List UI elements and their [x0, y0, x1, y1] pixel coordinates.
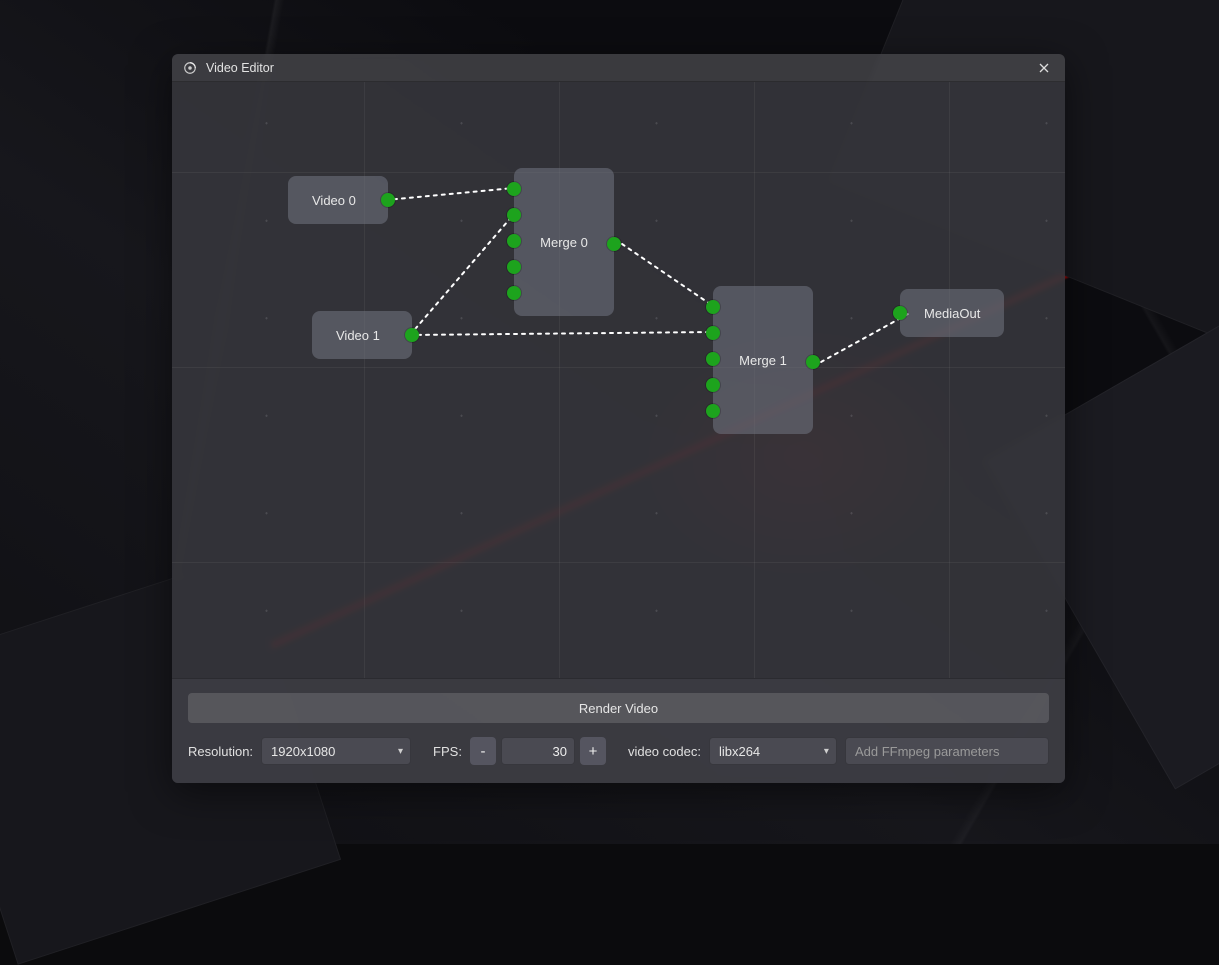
port-in[interactable] — [893, 306, 907, 320]
port-in-2[interactable] — [706, 352, 720, 366]
resolution-value: 1920x1080 — [271, 744, 335, 759]
node-merge-0[interactable]: Merge 0 — [514, 168, 614, 316]
port-in-3[interactable] — [507, 260, 521, 274]
fps-plus-button[interactable]: + — [580, 737, 606, 765]
node-label: Video 1 — [336, 328, 380, 343]
render-video-button[interactable]: Render Video — [188, 693, 1049, 723]
port-in-0[interactable] — [507, 182, 521, 196]
codec-select[interactable]: libx264 — [709, 737, 837, 765]
port-in-0[interactable] — [706, 300, 720, 314]
titlebar[interactable]: Video Editor — [172, 54, 1065, 82]
port-in-1[interactable] — [706, 326, 720, 340]
codec-value: libx264 — [719, 744, 760, 759]
resolution-select[interactable]: 1920x1080 — [261, 737, 411, 765]
fps-minus-button[interactable]: - — [470, 737, 496, 765]
footer-panel: Render Video Resolution: 1920x1080 FPS: … — [172, 678, 1065, 783]
node-video-0[interactable]: Video 0 — [288, 176, 388, 224]
node-media-out[interactable]: MediaOut — [900, 289, 1004, 337]
resolution-label: Resolution: — [188, 744, 253, 759]
node-label: Video 0 — [312, 193, 356, 208]
port-in-2[interactable] — [507, 234, 521, 248]
node-canvas[interactable]: Video 0 Video 1 Merge 0 Merge 1 — [172, 82, 1065, 678]
node-video-1[interactable]: Video 1 — [312, 311, 412, 359]
port-in-4[interactable] — [706, 404, 720, 418]
window-title: Video Editor — [206, 61, 1033, 75]
node-label: MediaOut — [924, 306, 980, 321]
fps-input[interactable] — [501, 737, 575, 765]
node-merge-1[interactable]: Merge 1 — [713, 286, 813, 434]
codec-label: video codec: — [628, 744, 701, 759]
port-out[interactable] — [405, 328, 419, 342]
fps-label: FPS: — [433, 744, 462, 759]
node-label: Merge 0 — [540, 235, 588, 250]
app-icon — [182, 60, 198, 76]
ffmpeg-params-input[interactable] — [845, 737, 1049, 765]
port-in-1[interactable] — [507, 208, 521, 222]
close-button[interactable] — [1033, 57, 1055, 79]
port-out[interactable] — [806, 355, 820, 369]
port-out[interactable] — [381, 193, 395, 207]
port-in-3[interactable] — [706, 378, 720, 392]
video-editor-window: Video Editor Video 0 Video 1 — [172, 54, 1065, 783]
edges-layer — [172, 82, 1065, 652]
fps-stepper: - + — [470, 737, 606, 765]
node-label: Merge 1 — [739, 353, 787, 368]
port-in-4[interactable] — [507, 286, 521, 300]
port-out[interactable] — [607, 237, 621, 251]
